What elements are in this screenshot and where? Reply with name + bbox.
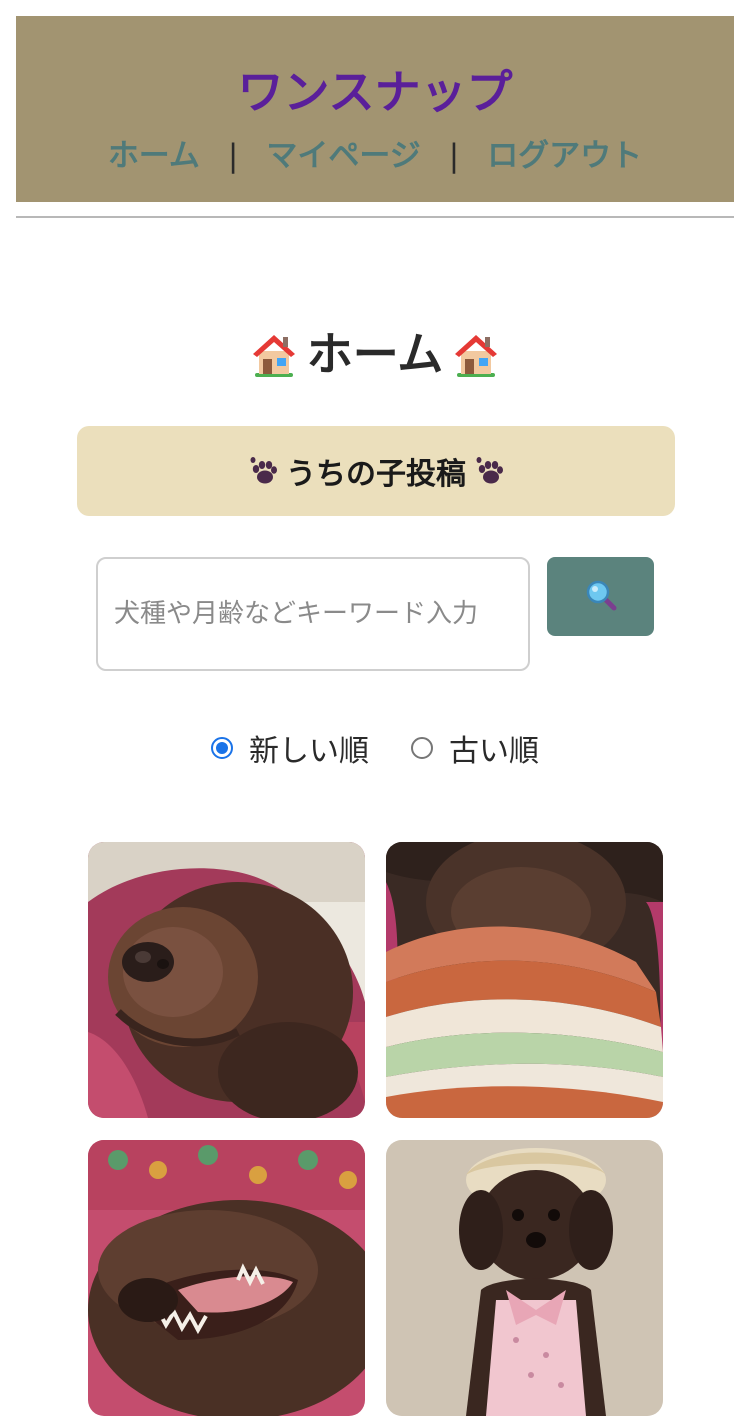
paw-icon — [472, 454, 506, 488]
sort-oldest-option[interactable]: 古い順 — [411, 726, 539, 770]
main-nav: ホーム | マイページ | ログアウト — [16, 136, 734, 176]
house-icon — [249, 329, 299, 379]
search-button[interactable] — [547, 557, 654, 636]
paw-icon — [246, 454, 280, 488]
nav-home-link[interactable]: ホーム — [108, 138, 200, 174]
header-divider — [16, 216, 734, 218]
gallery-photo[interactable] — [386, 1140, 663, 1416]
sort-newest-radio[interactable] — [211, 737, 233, 759]
house-icon — [451, 329, 501, 379]
sort-newest-label: 新しい順 — [249, 734, 369, 769]
search-input[interactable] — [96, 557, 530, 671]
post-pet-label: うちの子投稿 — [286, 457, 466, 492]
sort-options: 新しい順 古い順 — [0, 724, 750, 772]
sort-newest-option[interactable]: 新しい順 — [211, 726, 369, 770]
page-title-text: ホーム — [306, 327, 444, 381]
sort-oldest-radio[interactable] — [411, 737, 433, 759]
gallery-photo[interactable] — [88, 1140, 365, 1416]
gallery-photo[interactable] — [386, 842, 663, 1118]
gallery-photo[interactable] — [88, 842, 365, 1118]
nav-separator: | — [227, 138, 239, 174]
magnifier-icon — [584, 578, 618, 616]
site-header: ワンスナップ ホーム | マイページ | ログアウト — [16, 16, 734, 202]
dog-photo-image — [386, 1140, 663, 1416]
dog-photo-image — [88, 842, 365, 1118]
post-pet-button[interactable]: うちの子投稿 — [77, 426, 675, 516]
dog-photo-image — [88, 1140, 365, 1416]
nav-logout-link[interactable]: ログアウト — [487, 138, 642, 174]
sort-oldest-label: 古い順 — [449, 734, 539, 769]
nav-mypage-link[interactable]: マイページ — [266, 138, 420, 174]
dog-photo-image — [386, 842, 663, 1118]
nav-separator: | — [448, 138, 460, 174]
page-title: ホーム — [0, 326, 750, 382]
site-title[interactable]: ワンスナップ — [16, 64, 734, 120]
